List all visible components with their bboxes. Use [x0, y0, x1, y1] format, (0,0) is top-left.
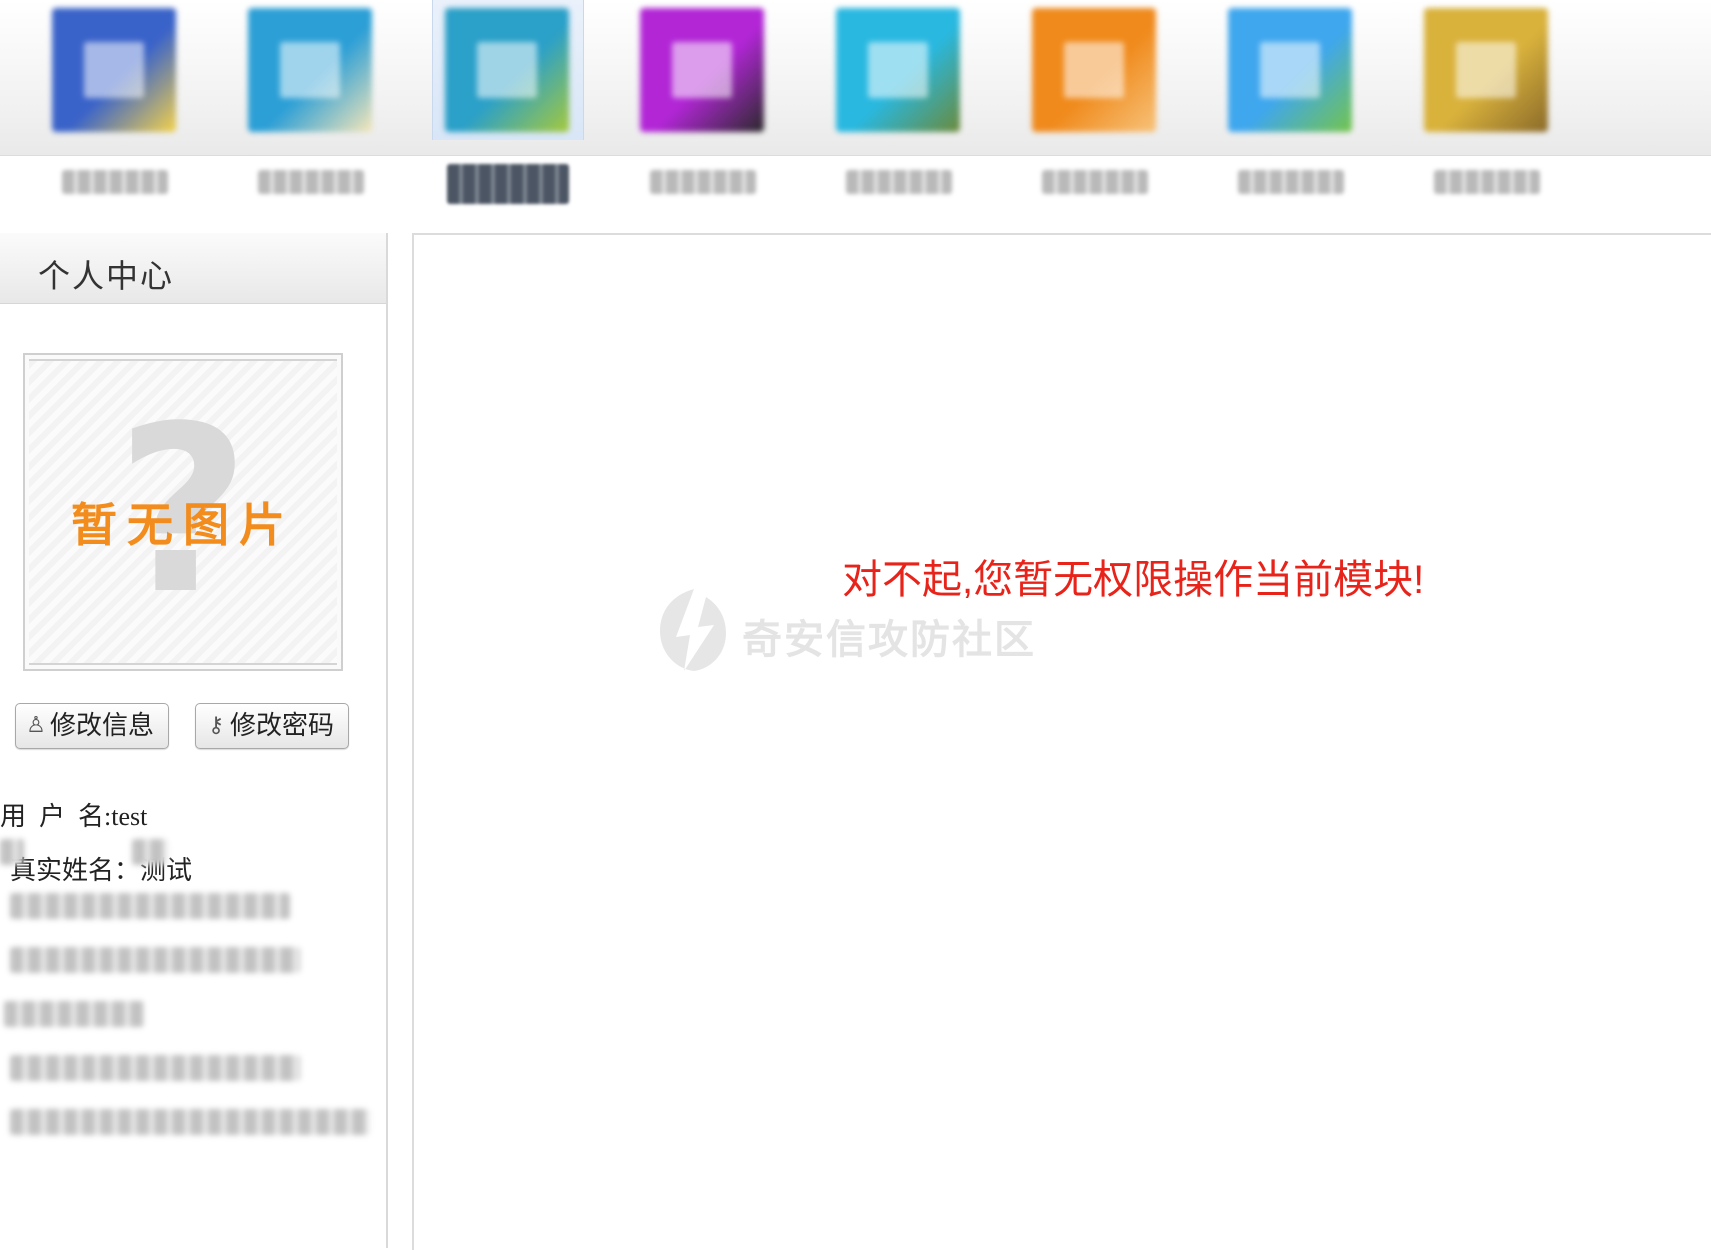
module-label-redacted	[62, 170, 168, 194]
module-icon	[1228, 8, 1352, 132]
panel-title: 个人中心	[38, 258, 175, 294]
watermark-text: 奇安信攻防社区	[742, 618, 1036, 662]
redacted-info-row	[10, 1109, 370, 1135]
module-label-redacted	[447, 164, 569, 204]
user-icon: ♙	[26, 712, 46, 737]
module-label-redacted	[650, 170, 756, 194]
module-icon	[52, 8, 176, 132]
module-icon	[1032, 8, 1156, 132]
module-tab-2[interactable]	[236, 0, 386, 230]
redacted-info-row	[4, 1001, 144, 1027]
username-row: 用 户 名:test	[0, 796, 147, 833]
avatar: ? 暂无图片	[23, 353, 343, 671]
key-icon: ⚷	[207, 712, 225, 737]
edit-password-label: 修改密码	[230, 710, 335, 740]
module-icon	[1424, 8, 1548, 132]
module-tab-8[interactable]	[1412, 0, 1562, 230]
avatar-placeholder-image: ? 暂无图片	[29, 359, 337, 665]
module-label-redacted	[846, 170, 952, 194]
redacted-info-row	[10, 947, 300, 973]
redacted-info-row	[0, 839, 24, 865]
module-label-redacted	[1238, 170, 1344, 194]
username-value: test	[111, 802, 148, 831]
redacted-info-row	[132, 839, 168, 865]
no-image-text: 暂无图片	[71, 499, 295, 551]
module-tab-3[interactable]	[432, 0, 584, 204]
module-label-redacted	[1434, 170, 1540, 194]
module-label-redacted	[1042, 170, 1148, 194]
module-label-redacted	[258, 170, 364, 194]
username-label: 用 户 名:	[0, 802, 112, 831]
module-tab-6[interactable]	[1020, 0, 1170, 230]
module-icon	[640, 8, 764, 132]
redacted-info-row	[10, 893, 290, 919]
module-icon	[836, 8, 960, 132]
main-content-area: 对不起,您暂无权限操作当前模块! 奇安信攻防社区	[412, 233, 1711, 1250]
edit-password-button[interactable]: ⚷ 修改密码	[195, 703, 349, 749]
module-tab-1[interactable]	[40, 0, 190, 230]
lightning-shield-icon	[660, 589, 726, 671]
edit-info-button[interactable]: ♙ 修改信息	[15, 703, 169, 749]
module-tab-5[interactable]	[824, 0, 974, 230]
panel-header: 个人中心	[0, 233, 386, 304]
module-tab-4[interactable]	[628, 0, 778, 230]
edit-info-label: 修改信息	[50, 710, 155, 740]
watermark: 奇安信攻防社区	[654, 585, 1074, 675]
redacted-info-row	[10, 1055, 300, 1081]
personal-center-panel: 个人中心 ? 暂无图片 ♙ 修改信息 ⚷ 修改密码 用 户 名:test 真实姓名：…	[0, 233, 388, 1248]
module-tab-7[interactable]	[1216, 0, 1366, 230]
module-icon	[445, 8, 569, 132]
realname-label: 真实姓名：	[10, 856, 141, 885]
module-icon	[248, 8, 372, 132]
